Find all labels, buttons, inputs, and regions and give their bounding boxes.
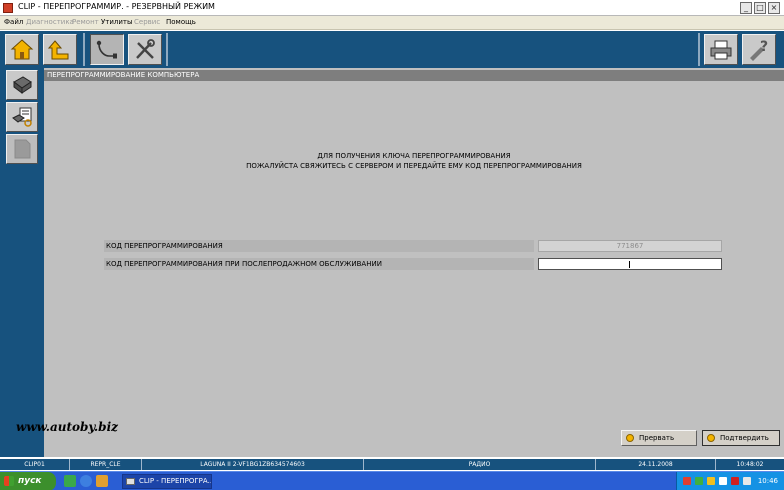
cable-icon (96, 40, 117, 59)
reprog-code-row: КОД ПЕРЕПРОГРАММИРОВАНИЯ 771867 (104, 240, 722, 252)
aftersales-code-row: КОД ПЕРЕПРОГРАММИРОВАНИЯ ПРИ ПОСЛЕПРОДАЖ… (104, 258, 722, 270)
menu-help[interactable]: Помощь (166, 18, 196, 26)
tray-network-icon[interactable] (695, 477, 703, 485)
section-title: ПЕРЕПРОГРАММИРОВАНИЕ КОМПЬЮТЕРА (44, 70, 784, 81)
left-sidebar (0, 68, 44, 457)
window-icon (126, 478, 135, 485)
quicklaunch-media-icon[interactable] (96, 475, 108, 487)
connection-button[interactable] (90, 34, 124, 65)
tray-alert-icon[interactable] (707, 477, 715, 485)
home-button[interactable] (5, 34, 39, 65)
instruction-line-2: ПОЖАЛУЙСТА СВЯЖИТЕСЬ С СЕРВЕРОМ И ПЕРЕДА… (246, 162, 582, 170)
confirm-button[interactable]: Подтвердить (702, 430, 780, 446)
confirm-status-dot-icon (707, 434, 715, 442)
quicklaunch-browser-icon[interactable] (80, 475, 92, 487)
text-caret (629, 261, 630, 268)
tray-mail-icon[interactable] (743, 477, 751, 485)
aftersales-code-label: КОД ПЕРЕПРОГРАММИРОВАНИЯ ПРИ ПОСЛЕПРОДАЖ… (104, 258, 534, 270)
toolbar-divider (83, 33, 85, 66)
app-icon (3, 3, 13, 13)
start-label: пуск (18, 476, 42, 486)
status-bar: CLIP01 REPR_CLE LAGUNA II 2-VF1BG1ZB6345… (0, 459, 784, 470)
tray-security-icon[interactable] (731, 477, 739, 485)
tools-button[interactable] (128, 34, 162, 65)
taskbar-window-clip[interactable]: CLIP - ПЕРЕПРОГРА... (122, 474, 212, 489)
abort-button[interactable]: Прервать (621, 430, 697, 446)
status-time: 10:48:02 (736, 461, 764, 468)
status-station: CLIP01 (0, 459, 70, 470)
printer-icon (710, 40, 732, 60)
ecu-button[interactable] (6, 70, 38, 100)
abort-label: Прервать (639, 434, 675, 442)
home-icon (10, 39, 34, 60)
maximize-button[interactable]: □ (754, 2, 766, 14)
toolbar-divider (698, 33, 700, 66)
task-label: CLIP - ПЕРЕПРОГРА... (139, 477, 212, 485)
help-icon: ? (750, 39, 768, 61)
system-tray: 10:46 (676, 472, 784, 490)
back-button[interactable] (43, 34, 77, 65)
ecu-chip-icon (13, 76, 32, 94)
reprogram-button[interactable] (6, 102, 38, 132)
instruction-line-1: ДЛЯ ПОЛУЧЕНИЯ КЛЮЧА ПЕРЕПРОГРАММИРОВАНИЯ (317, 152, 511, 160)
title-bar: CLIP - ПЕРЕПРОГРАММИР. - РЕЗЕРВНЫЙ РЕЖИМ… (0, 0, 784, 16)
reprogram-icon (12, 107, 32, 127)
status-function: REPR_CLE (70, 459, 142, 470)
taskbar-clock: 10:46 (757, 477, 778, 485)
window-title: CLIP - ПЕРЕПРОГРАММИР. - РЕЗЕРВНЫЙ РЕЖИМ (18, 2, 215, 11)
menu-repair[interactable]: Ремонт (72, 18, 99, 26)
print-button[interactable] (704, 34, 738, 65)
reprog-code-value: 771867 (538, 240, 722, 252)
menu-service[interactable]: Сервис (134, 18, 160, 26)
tray-antivirus-icon[interactable] (683, 477, 691, 485)
svg-text:?: ? (760, 39, 768, 55)
main-toolbar: ? (0, 31, 784, 68)
up-arrow-icon (48, 40, 69, 60)
status-vehicle: LAGUNA II 2-VF1BG1ZB634574603 (142, 459, 364, 470)
status-date: 24.11.2008 (596, 459, 716, 470)
quicklaunch-desktop-icon[interactable] (64, 475, 76, 487)
tray-volume-icon[interactable] (719, 477, 727, 485)
windows-logo-icon (4, 476, 14, 486)
start-button[interactable]: пуск (0, 472, 56, 490)
aftersales-code-input[interactable] (538, 258, 722, 270)
abort-status-dot-icon (626, 434, 634, 442)
toolbar-divider (166, 33, 168, 66)
menu-bar: Файл Диагностика Ремонт Утилиты Сервис П… (0, 16, 784, 30)
reprog-code-label: КОД ПЕРЕПРОГРАММИРОВАНИЯ (104, 240, 534, 252)
menu-diagnostics[interactable]: Диагностика (26, 18, 74, 26)
menu-utilities[interactable]: Утилиты (101, 18, 133, 26)
tools-icon (136, 39, 155, 59)
close-button[interactable]: × (768, 2, 780, 14)
windows-taskbar: пуск CLIP - ПЕРЕПРОГРА... 10:46 (0, 471, 784, 490)
confirm-label: Подтвердить (720, 434, 769, 442)
status-module: РАДИО (364, 459, 596, 470)
blank-page-icon (14, 139, 31, 159)
document-button[interactable] (6, 134, 38, 164)
minimize-button[interactable]: _ (740, 2, 752, 14)
help-button[interactable]: ? (742, 34, 776, 65)
watermark-text: www.autoby.biz (16, 420, 118, 434)
main-panel: ПЕРЕПРОГРАММИРОВАНИЕ КОМПЬЮТЕРА ДЛЯ ПОЛУ… (44, 68, 784, 457)
menu-file[interactable]: Файл (4, 18, 23, 26)
